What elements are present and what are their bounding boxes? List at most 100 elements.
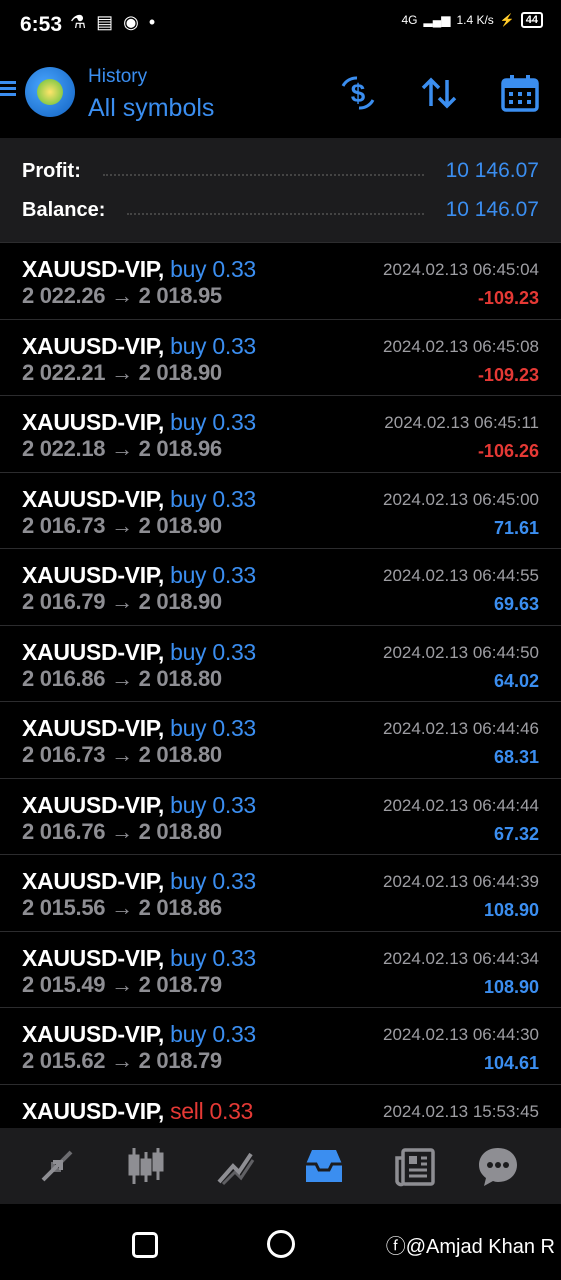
message-icon: ▤ (96, 12, 114, 32)
messages-icon[interactable] (476, 1144, 520, 1188)
trade-prices: 2 016.76 → 2 018.80 (22, 819, 222, 845)
app-header: History All symbols $ (0, 50, 561, 138)
trade-symbol: XAUUSD-VIP, buy 0.33 (22, 486, 256, 513)
direction-label: buy (170, 638, 207, 665)
status-bar: 6:53 ⚗ ▤ ◉ • 4G ▂▄▆ 1.4 K/s ⚡ 44 (0, 0, 561, 50)
trade-time: 2024.02.13 06:45:00 (383, 489, 539, 509)
arrow-icon: → (111, 283, 133, 308)
dot-icon: • (148, 12, 156, 32)
symbol-name: XAUUSD-VIP, (22, 256, 164, 282)
recents-button[interactable] (132, 1232, 158, 1258)
trade-prices: 2 015.56 → 2 018.86 (22, 895, 222, 921)
direction-label: buy (170, 562, 207, 588)
trade-time: 2024.02.13 06:44:55 (383, 566, 539, 585)
trade-profit: 71.61 (493, 517, 539, 538)
trade-row[interactable]: XAUUSD-VIP, buy 0.33 2 016.86 → 2 018.80 2… (0, 626, 561, 702)
close-price: 2 018.96 (138, 436, 223, 461)
trade-profit: 64.02 (493, 670, 539, 691)
trade-prices: 2 022.18 → 2 018.96 (22, 436, 222, 462)
trade-profit: 67.32 (493, 823, 539, 844)
trade-symbol: XAUUSD-VIP, buy 0.33 (22, 715, 256, 742)
trade-row[interactable]: XAUUSD-VIP, buy 0.33 2 015.49 → 2 018.79 2… (0, 932, 561, 1008)
trade-time: 2024.02.13 06:45:04 (383, 260, 539, 279)
trade-symbol: XAUUSD-VIP, buy 0.33 (22, 256, 256, 283)
close-price: 2 018.79 (138, 971, 223, 997)
trade-profit: 69.63 (493, 594, 539, 614)
facebook-icon: ⓕ (385, 1236, 406, 1258)
volume-label: 0.33 (212, 485, 256, 512)
balance-value: 10 146.07 (445, 198, 539, 221)
close-price: 2 018.80 (138, 665, 223, 691)
trade-row[interactable]: XAUUSD-VIP, buy 0.33 2 016.79 → 2 018.90 2… (0, 549, 561, 626)
volume-label: 0.33 (212, 562, 256, 588)
volume-label: 0.33 (212, 256, 256, 282)
quotes-icon[interactable] (35, 1144, 79, 1188)
trade-symbol: XAUUSD-VIP, buy 0.33 (22, 333, 256, 360)
arrow-icon: → (111, 1048, 133, 1073)
menu-icon[interactable] (0, 78, 16, 102)
history-icon[interactable] (302, 1144, 346, 1188)
direction-label: buy (170, 791, 207, 818)
trade-profit: -106.26 (477, 441, 539, 461)
trade-profit: 108.90 (483, 976, 539, 997)
trade-symbol: XAUUSD-VIP, buy 0.33 (22, 639, 256, 666)
volume-label: 0.33 (212, 791, 256, 818)
trade-symbol: XAUUSD-VIP, buy 0.33 (22, 792, 256, 819)
balance-label: Balance: (22, 198, 106, 221)
trade-row[interactable]: XAUUSD-VIP, buy 0.33 2 015.62 → 2 018.79 2… (0, 1008, 561, 1085)
flask-icon: ⚗ (70, 12, 87, 32)
trade-time: 2024.02.13 06:44:34 (383, 948, 539, 968)
trade-row[interactable]: XAUUSD-VIP, buy 0.33 2 016.73 → 2 018.90 2… (0, 473, 561, 549)
close-price: 2 018.90 (138, 359, 223, 385)
trade-row[interactable]: XAUUSD-VIP, buy 0.33 2 016.73 → 2 018.80 2… (0, 702, 561, 779)
direction-label: buy (170, 256, 207, 282)
status-time: 6:53 (20, 13, 63, 36)
profit-row: Profit: 10 146.07 (22, 156, 539, 186)
direction-label: buy (170, 485, 207, 512)
arrow-icon: → (111, 436, 133, 461)
currency-exchange-icon[interactable]: $ (337, 72, 379, 114)
arrow-icon: → (111, 589, 133, 614)
svg-text:$: $ (351, 78, 366, 108)
news-icon[interactable] (393, 1144, 437, 1188)
trade-direction: buy 0.33 (170, 562, 256, 588)
open-price: 2 015.62 (22, 1048, 106, 1073)
trade-time: 2024.02.13 06:44:44 (383, 795, 539, 815)
trade-direction: buy 0.33 (170, 409, 256, 435)
trade-direction: buy 0.33 (170, 715, 256, 741)
open-price: 2 016.86 (22, 665, 106, 691)
trade-row[interactable]: XAUUSD-VIP, buy 0.33 2 015.56 → 2 018.86 2… (0, 855, 561, 932)
arrow-icon: → (111, 512, 133, 538)
bottom-tab-bar (0, 1128, 561, 1204)
close-price: 2 018.95 (138, 283, 223, 308)
arrow-icon: → (111, 665, 133, 691)
trade-row[interactable]: XAUUSD-VIP, buy 0.33 2 016.76 → 2 018.80 2… (0, 779, 561, 855)
symbol-name: XAUUSD-VIP, (22, 332, 164, 359)
trade-history-list: XAUUSD-VIP, buy 0.33 2 022.26 → 2 018.95 2… (0, 243, 561, 1128)
open-price: 2 015.56 (22, 895, 106, 920)
trade-direction: buy 0.33 (170, 639, 256, 665)
notification-icons: ⚗ ▤ ◉ • (70, 12, 155, 33)
trade-time: 2024.02.13 15:53:45 (383, 1101, 539, 1121)
watermark-text: @Amjad Khan R (405, 1236, 555, 1258)
trade-row[interactable]: XAUUSD-VIP, sell 0.33 2024.02.13 15:53:4… (0, 1085, 561, 1129)
trade-icon[interactable] (213, 1144, 257, 1188)
chart-icon[interactable] (124, 1144, 168, 1188)
volume-label: 0.33 (212, 944, 256, 971)
header-subtitle: History (88, 66, 148, 87)
trade-row[interactable]: XAUUSD-VIP, buy 0.33 2 022.21 → 2 018.90 2… (0, 320, 561, 396)
trade-row[interactable]: XAUUSD-VIP, buy 0.33 2 022.26 → 2 018.95 2… (0, 243, 561, 320)
calendar-icon[interactable] (499, 72, 541, 114)
header-title[interactable]: All symbols (88, 94, 214, 123)
trade-time: 2024.02.13 06:45:08 (383, 336, 539, 356)
symbol-name: XAUUSD-VIP, (22, 715, 164, 741)
trade-row[interactable]: XAUUSD-VIP, buy 0.33 2 022.18 → 2 018.96 2… (0, 396, 561, 473)
sort-icon[interactable] (418, 72, 460, 114)
home-button[interactable] (267, 1230, 295, 1258)
direction-label: buy (170, 715, 207, 741)
trade-time: 2024.02.13 06:44:50 (383, 642, 539, 662)
symbol-name: XAUUSD-VIP, (22, 1021, 164, 1047)
dotted-leader (127, 212, 424, 215)
trade-direction: buy 0.33 (170, 792, 256, 818)
status-right: 4G ▂▄▆ 1.4 K/s ⚡ 44 (401, 12, 543, 28)
